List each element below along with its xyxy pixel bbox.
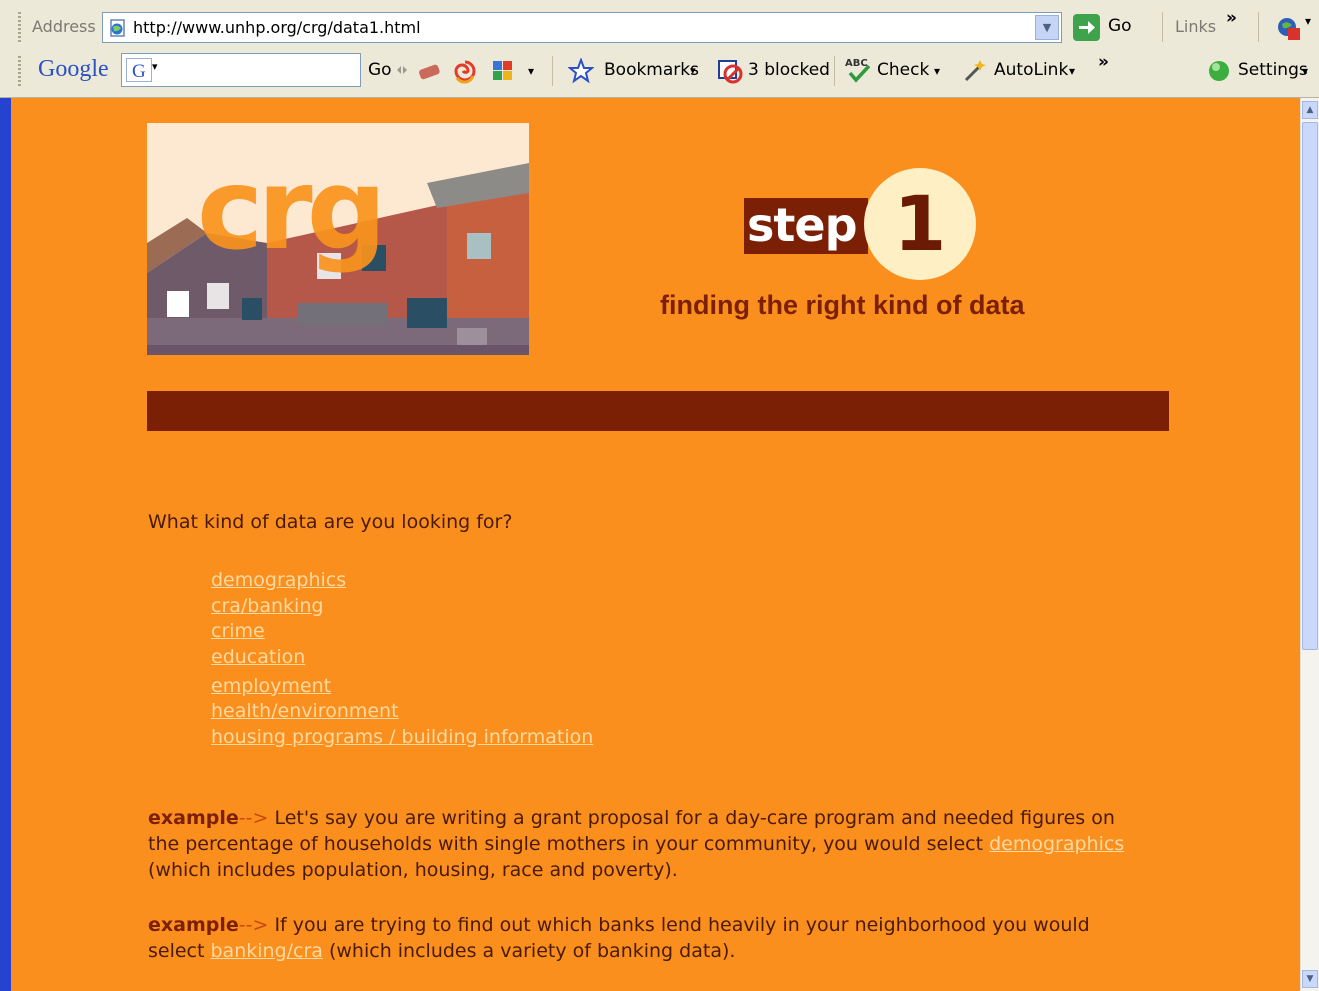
logo-text: crg [197,145,381,275]
scrollbar-thumb[interactable] [1302,122,1318,650]
step-word: step [744,198,868,254]
link-cra-banking[interactable]: cra/banking [211,595,323,617]
google-search-input[interactable] [158,60,357,82]
more-chevron-icon[interactable]: » [1098,52,1109,72]
list-item: health/environment [211,699,593,725]
list-item: crime [211,619,593,645]
go-arrow-icon[interactable] [1073,14,1100,41]
autolink-dropdown-icon[interactable]: ▾ [1069,64,1075,78]
address-label: Address [32,17,96,36]
google-logo[interactable]: Google [38,56,109,83]
example-text: (which includes population, housing, rac… [148,859,678,881]
example-arrow: --> [238,914,269,936]
example-arrow: --> [238,807,269,829]
search-arrows-icon[interactable] [395,63,409,77]
step-number-badge: 1 [864,168,976,280]
bookmark-star-icon[interactable] [568,58,594,84]
divider-banner [147,391,1169,431]
toolbar-separator [1258,12,1259,42]
settings-ball-icon[interactable] [1207,59,1231,83]
options-dropdown-icon[interactable]: ▾ [528,64,534,78]
address-toolbar: Address ▼ Go Links » ▾ [0,6,1319,50]
go-button[interactable]: Go [1108,16,1132,36]
page-content: crg step 1 finding the right kind of dat… [0,98,1319,991]
bookmarks-dropdown-icon[interactable]: ▾ [690,64,696,77]
link-health-environment[interactable]: health/environment [211,700,399,722]
links-label[interactable]: Links [1175,17,1216,36]
browser-chrome: Address ▼ Go Links » ▾ Google [0,0,1319,98]
list-item: housing programs / building information [211,725,593,751]
settings-dropdown-icon[interactable]: ▾ [1302,64,1308,78]
example-paragraph-1: example--> Let's say you are writing a g… [148,805,1148,883]
google-search-dropdown-icon[interactable]: ▾ [152,60,158,73]
page-icon [110,19,125,37]
toolbar-separator [552,56,553,86]
inline-link-demographics[interactable]: demographics [989,833,1124,855]
example-text: (which includes a variety of banking dat… [322,940,736,962]
autolink-wand-icon[interactable] [962,58,990,84]
link-employment[interactable]: employment [211,675,331,697]
list-item: cra/banking [211,594,593,620]
google-g-icon[interactable]: G [126,58,152,82]
translate-icon[interactable] [1276,16,1302,42]
scroll-down-arrow-icon[interactable]: ▼ [1302,970,1318,988]
translate-dropdown-icon[interactable]: ▾ [1305,14,1311,28]
link-education[interactable]: education [211,646,305,668]
popup-blocked-count[interactable]: 3 blocked [748,60,830,80]
vertical-scrollbar[interactable]: ▲ ▼ [1300,98,1319,991]
question-text: What kind of data are you looking for? [148,511,513,533]
spellcheck-button[interactable]: Check [877,60,929,80]
scroll-up-arrow-icon[interactable]: ▲ [1302,101,1318,119]
address-field[interactable]: ▼ [102,12,1062,43]
popup-blocker-icon[interactable] [716,58,744,84]
link-housing-programs[interactable]: housing programs / building information [211,726,593,748]
svg-text:ABC: ABC [845,58,868,69]
page-subtitle: finding the right kind of data [660,290,1025,320]
news-spiral-icon[interactable] [452,58,478,84]
svg-text:G: G [132,61,146,82]
spellcheck-icon[interactable]: ABC [845,56,875,84]
data-category-list: demographics cra/banking crime education… [211,568,593,751]
link-crime[interactable]: crime [211,620,265,642]
example-label: example [148,807,239,829]
settings-button[interactable]: Settings [1238,60,1308,80]
toolbar-separator [1162,12,1163,42]
example-text: Let's say you are writing a grant propos… [148,807,1115,855]
google-toolbar: Google G ▾ Go ▾ Bookmarks ▾ 3 blocked AB… [0,50,1319,94]
crg-logo[interactable]: crg [147,123,529,355]
window-left-edge [0,98,11,991]
link-demographics[interactable]: demographics [211,569,346,591]
google-go-button[interactable]: Go [368,60,392,80]
links-chevron-icon[interactable]: » [1226,8,1237,28]
pagerank-icon[interactable] [416,58,442,84]
google-search-field[interactable]: G ▾ [121,53,361,87]
check-dropdown-icon[interactable]: ▾ [934,64,940,78]
options-puzzle-icon[interactable] [490,58,516,84]
bookmarks-button[interactable]: Bookmarks [604,60,699,80]
url-input[interactable] [133,16,1013,38]
list-item: employment [211,674,593,700]
toolbar-grip[interactable] [18,56,21,86]
inline-link-banking-cra[interactable]: banking/cra [211,940,323,962]
list-item: education [211,645,593,671]
example-label: example [148,914,239,936]
autolink-button[interactable]: AutoLink [994,60,1068,80]
list-item: demographics [211,568,593,594]
step-heading: step 1 [744,168,984,286]
toolbar-grip[interactable] [18,12,21,42]
address-dropdown-chevron-icon[interactable]: ▼ [1035,15,1059,40]
example-paragraph-2: example--> If you are trying to find out… [148,912,1148,964]
toolbar-separator [834,56,835,86]
